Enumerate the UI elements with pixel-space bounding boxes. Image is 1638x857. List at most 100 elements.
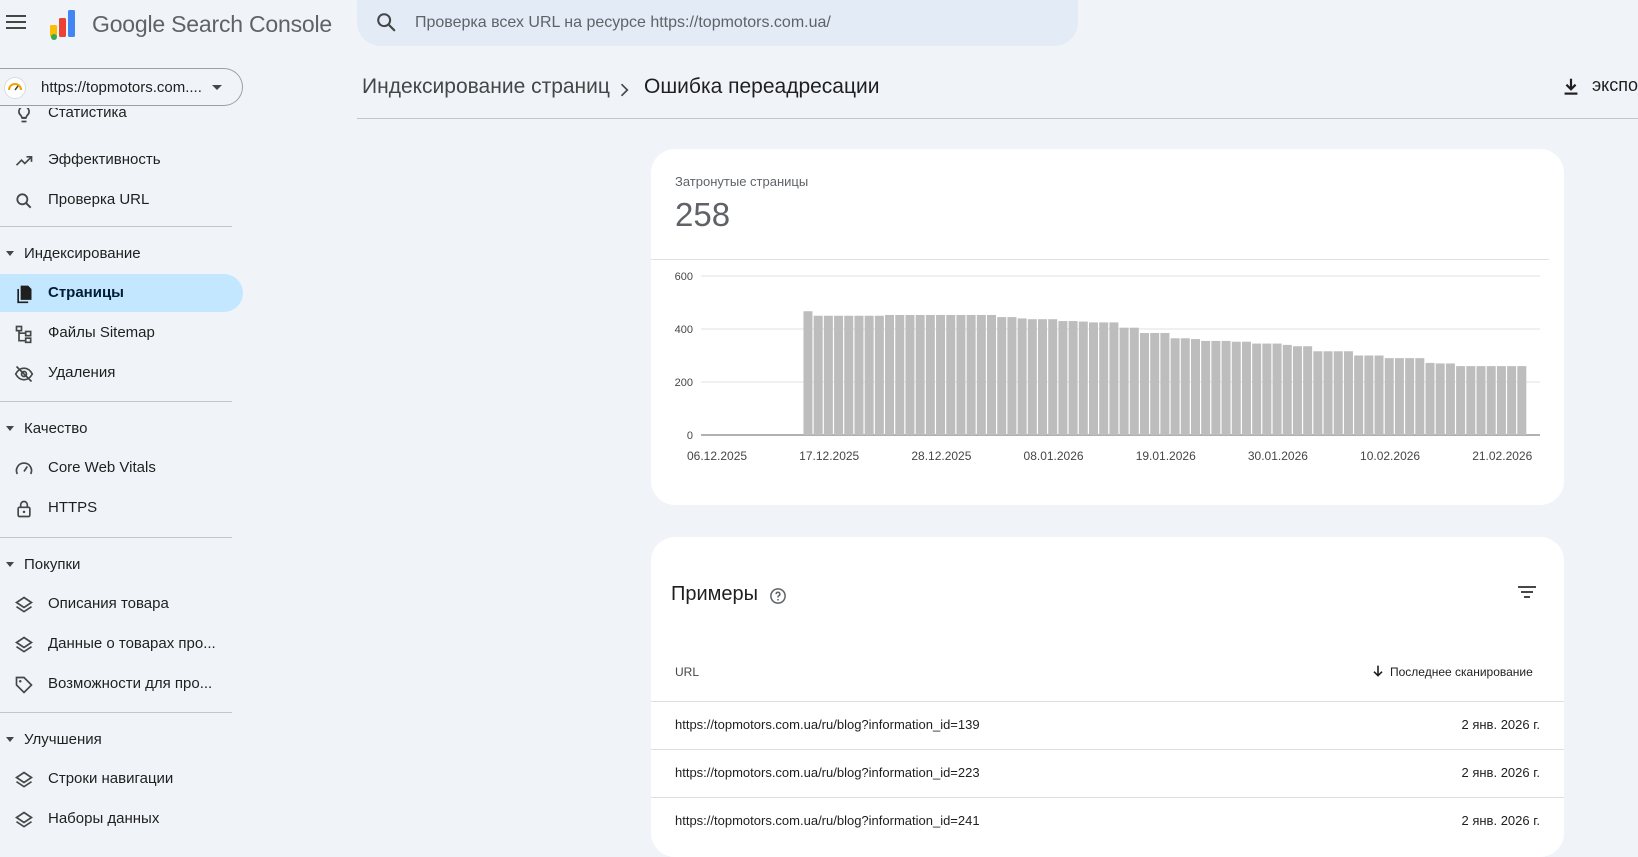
chart-bar: [895, 314, 905, 435]
chart-bar: [1139, 332, 1149, 435]
chart-bar: [997, 317, 1007, 435]
sidebar-item-performance[interactable]: Эффективность: [0, 141, 243, 179]
chart-bar: [1007, 317, 1017, 435]
layers-icon: [14, 771, 34, 788]
property-selector[interactable]: https://topmotors.com....: [0, 68, 243, 106]
caret-down-icon: [212, 85, 222, 90]
row-last-crawl: 2 янв. 2026 г.: [1461, 813, 1541, 828]
bulb-icon: [18, 108, 30, 123]
chart-bar: [1303, 346, 1313, 435]
chart-bar: [844, 315, 854, 435]
chart-bar: [1038, 319, 1048, 435]
speed-icon: [15, 462, 33, 475]
table-row[interactable]: https://topmotors.com.ua/ru/blog?informa…: [651, 797, 1564, 846]
chart-bar: [854, 315, 864, 435]
chart-bar: [1405, 358, 1415, 435]
x-tick-label: 17.12.2025: [799, 449, 859, 463]
layers-icon: [14, 636, 34, 653]
examples-card: Примеры URL Последнее сканирование https…: [651, 537, 1564, 857]
chart-bar: [1476, 366, 1486, 435]
sidebar-item-breadcrumbs[interactable]: Строки навигации: [0, 760, 243, 798]
sidebar-item-label: Файлы Sitemap: [48, 324, 155, 341]
sidebar-item-sitemaps[interactable]: Файлы Sitemap: [0, 314, 243, 352]
chart-bar: [1445, 363, 1455, 435]
search-icon: [16, 193, 32, 209]
sidebar-item-label: Возможности для про...: [48, 675, 213, 692]
chart-bar: [1486, 366, 1496, 435]
table-row[interactable]: https://topmotors.com.ua/ru/blog?informa…: [651, 701, 1564, 750]
chart-bar: [1262, 343, 1272, 435]
sidebar-item-label: Описания товара: [48, 595, 169, 612]
search-icon: [377, 13, 396, 32]
chart-bar: [936, 314, 946, 435]
sidebar-item-datasets[interactable]: Наборы данных: [0, 800, 243, 838]
chart-bar: [1048, 319, 1058, 435]
row-url: https://topmotors.com.ua/ru/blog?informa…: [675, 765, 980, 780]
sidebar-divider: [0, 401, 232, 402]
row-last-crawl: 2 янв. 2026 г.: [1461, 765, 1541, 780]
chart-bar: [834, 315, 844, 435]
chart-bar: [925, 314, 935, 435]
chart-bar: [1456, 366, 1466, 435]
sitemap-icon: [15, 325, 32, 344]
chart-bar: [1231, 341, 1241, 435]
url-inspection-search[interactable]: Проверка всех URL на ресурсе https://top…: [357, 0, 1078, 46]
sidebar-section-label: Покупки: [24, 556, 81, 573]
chart-bar: [885, 314, 895, 435]
chart-bar: [1435, 363, 1445, 435]
sidebar-item-pages[interactable]: Страницы: [0, 274, 243, 312]
affected-pages-chart[interactable]: 0 200 400 600 06.12.2025 17.12.2025 28.12.2025…: [651, 269, 1564, 505]
sidebar-item-merchant-listings[interactable]: Данные о товарах про...: [0, 625, 243, 663]
chart-bar: [1068, 321, 1078, 435]
breadcrumb-parent-link[interactable]: Индексирование страниц: [362, 75, 610, 99]
main-menu-button[interactable]: [4, 6, 28, 38]
y-tick-label: 600: [675, 271, 693, 283]
sidebar-item-https[interactable]: HTTPS: [0, 489, 243, 527]
chart-bar: [1333, 351, 1343, 435]
chart-bar: [1517, 366, 1527, 435]
search-input[interactable]: Проверка всех URL на ресурсе https://top…: [415, 14, 831, 32]
chart-bar: [1252, 343, 1262, 435]
x-tick-label: 08.01.2026: [1024, 449, 1084, 463]
table-row[interactable]: https://topmotors.com.ua/ru/blog?informa…: [651, 749, 1564, 798]
filter-icon[interactable]: [1515, 580, 1539, 604]
sidebar-item-label: Наборы данных: [48, 810, 160, 827]
chart-bar: [864, 315, 874, 435]
trending-up-icon: [15, 156, 33, 166]
header-divider: [357, 118, 1638, 119]
sidebar-item-removals[interactable]: Удаления: [0, 354, 243, 392]
sidebar-section-quality[interactable]: Качество: [0, 415, 232, 445]
app-title[interactable]: Google Search Console: [92, 11, 332, 38]
chart-bar: [1089, 322, 1099, 435]
sidebar-item-url-inspection[interactable]: Проверка URL: [0, 181, 243, 219]
chart-bar: [1466, 366, 1476, 435]
sidebar-item-shopping-opportunities[interactable]: Возможности для про...: [0, 665, 243, 703]
tag-icon: [15, 676, 33, 694]
column-header-last-crawl[interactable]: Последнее сканирование: [1370, 662, 1540, 680]
chart-bar: [823, 315, 833, 435]
sidebar-section-label: Качество: [24, 420, 88, 437]
sidebar-item-core-web-vitals[interactable]: Core Web Vitals: [0, 449, 243, 487]
sidebar-section-shopping[interactable]: Покупки: [0, 551, 232, 581]
sidebar-item-label: Эффективность: [48, 151, 161, 168]
sidebar-item-statistics[interactable]: Статистика: [0, 108, 243, 132]
chart-bar: [1425, 362, 1435, 435]
affected-pages-value: 258: [675, 196, 731, 233]
sidebar-item-product-snippets[interactable]: Описания товара: [0, 585, 243, 623]
chart-bar: [874, 315, 884, 435]
sidebar-section-enhancements[interactable]: Улучшения: [0, 726, 232, 756]
help-icon[interactable]: [769, 587, 787, 605]
sidebar-item-label: Удаления: [48, 364, 116, 381]
column-header-label: Последнее сканирование: [1390, 665, 1533, 679]
chart-bar: [1150, 332, 1160, 435]
chart-bar: [1017, 318, 1027, 435]
y-tick-label: 0: [687, 430, 693, 442]
export-label: экспо: [1592, 75, 1638, 95]
chart-bar: [1496, 366, 1506, 435]
chart-bar: [976, 314, 986, 435]
chart-bar: [905, 314, 915, 435]
chart-bar: [956, 314, 966, 435]
x-tick-label: 19.01.2026: [1136, 449, 1196, 463]
sidebar-section-indexing[interactable]: Индексирование: [0, 240, 232, 270]
chart-bar: [987, 314, 997, 435]
